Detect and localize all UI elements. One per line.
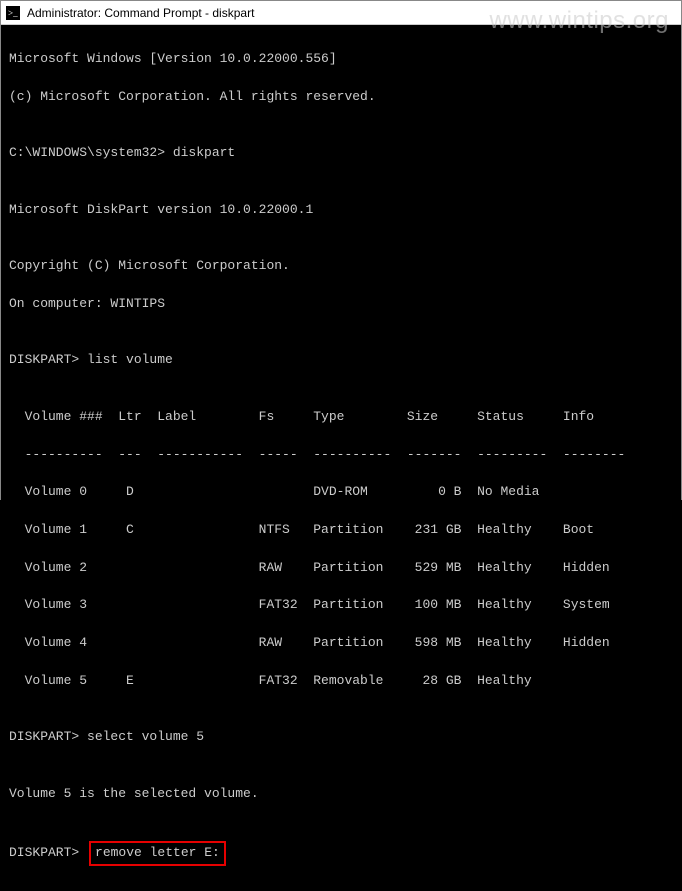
highlighted-command: remove letter E:	[89, 841, 226, 866]
table-row: Volume 5 E FAT32 Removable 28 GB Healthy	[9, 672, 673, 691]
diskpart-prompt: DISKPART>	[9, 352, 87, 367]
output-line: (c) Microsoft Corporation. All rights re…	[9, 88, 673, 107]
command-text: select volume 5	[87, 729, 204, 744]
table-header: Volume ### Ltr Label Fs Type Size Status…	[9, 408, 673, 427]
output-line: On computer: WINTIPS	[9, 295, 673, 314]
table-separator: ---------- --- ----------- ----- -------…	[9, 446, 673, 465]
window-title: Administrator: Command Prompt - diskpart	[27, 6, 254, 20]
terminal-output[interactable]: Microsoft Windows [Version 10.0.22000.55…	[1, 25, 681, 891]
table-row: Volume 3 FAT32 Partition 100 MB Healthy …	[9, 596, 673, 615]
table-row: Volume 2 RAW Partition 529 MB Healthy Hi…	[9, 559, 673, 578]
cmd-icon: >_	[5, 5, 21, 21]
command-text: list volume	[87, 352, 173, 367]
output-line: Volume 5 is the selected volume.	[9, 785, 673, 804]
prompt-line: DISKPART> select volume 5	[9, 728, 673, 747]
output-line: Copyright (C) Microsoft Corporation.	[9, 257, 673, 276]
output-line: Microsoft DiskPart version 10.0.22000.1	[9, 201, 673, 220]
output-line: C:\WINDOWS\system32> diskpart	[9, 144, 673, 163]
table-row: Volume 0 D DVD-ROM 0 B No Media	[9, 483, 673, 502]
prompt-line: DISKPART> remove letter E:	[9, 841, 673, 866]
prompt-line: DISKPART> list volume	[9, 351, 673, 370]
table-row: Volume 1 C NTFS Partition 231 GB Healthy…	[9, 521, 673, 540]
window-titlebar[interactable]: >_ Administrator: Command Prompt - diskp…	[1, 1, 681, 25]
diskpart-prompt: DISKPART>	[9, 729, 87, 744]
table-row: Volume 4 RAW Partition 598 MB Healthy Hi…	[9, 634, 673, 653]
output-line: Microsoft Windows [Version 10.0.22000.55…	[9, 50, 673, 69]
svg-text:>_: >_	[8, 8, 18, 18]
diskpart-prompt: DISKPART>	[9, 844, 87, 863]
